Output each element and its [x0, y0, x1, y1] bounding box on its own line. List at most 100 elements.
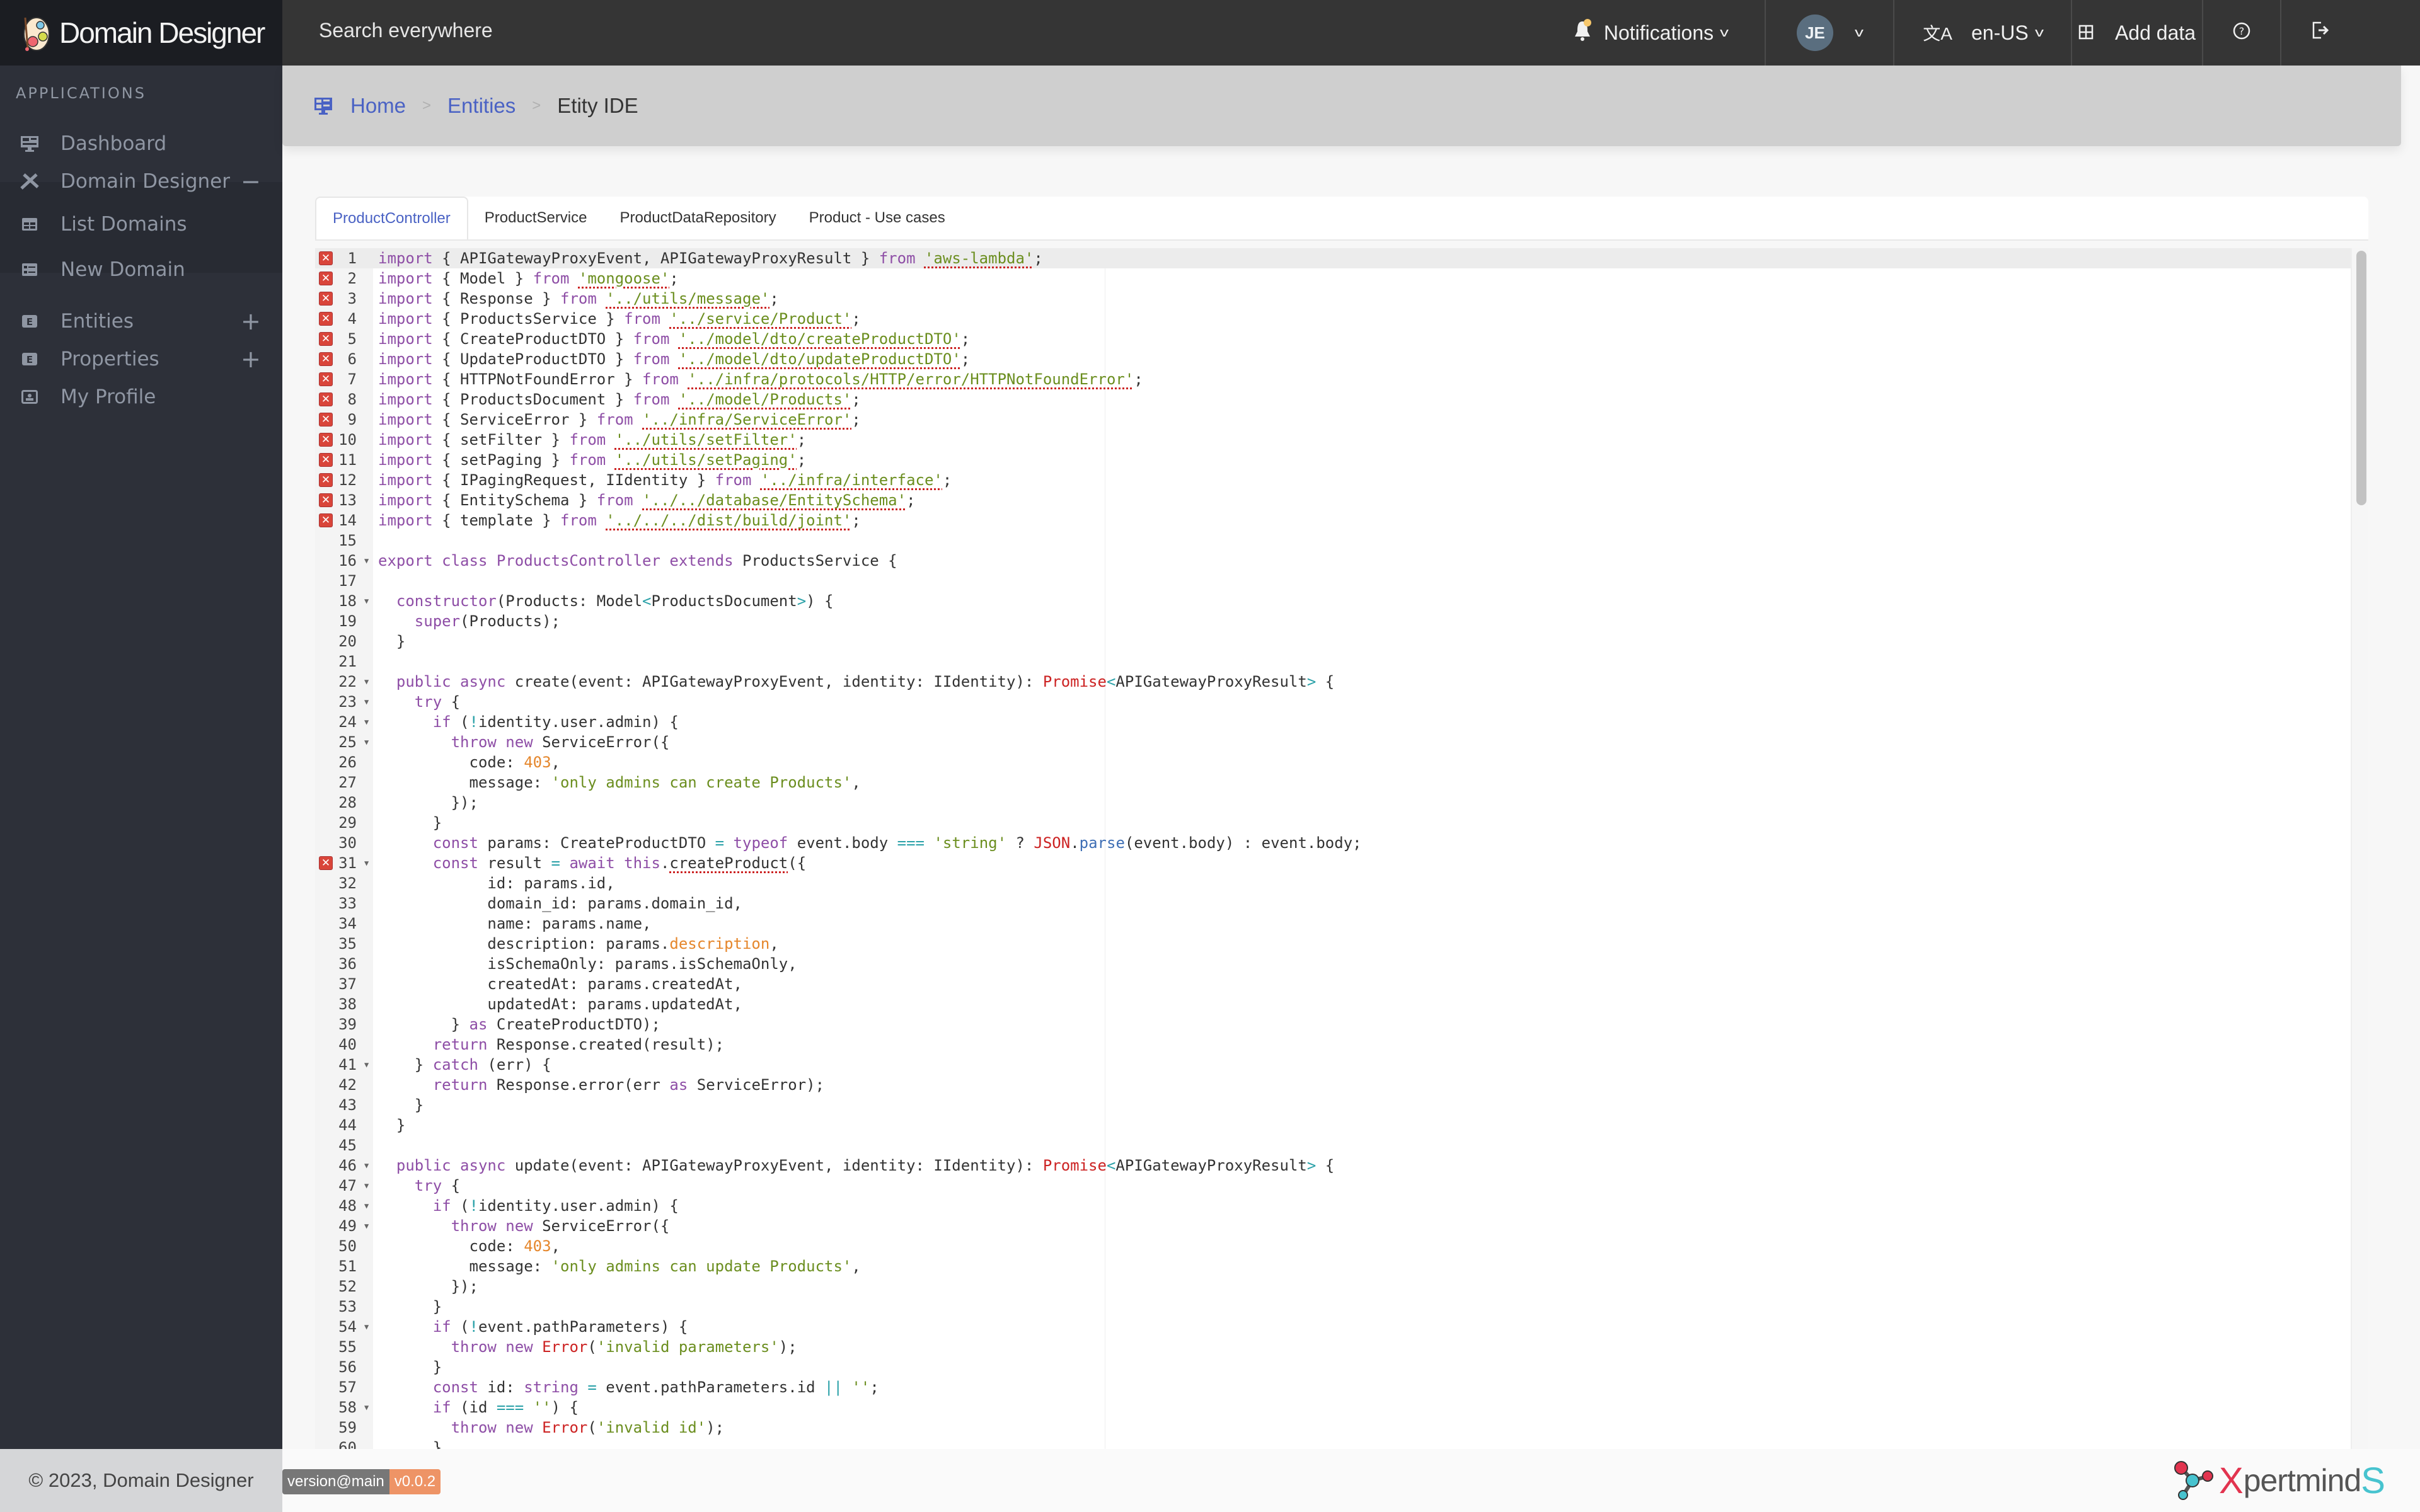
line-number[interactable]: 50 — [315, 1236, 373, 1256]
add-data-button[interactable]: Add data — [2071, 0, 2202, 66]
code-line[interactable]: 7 ✕ import { HTTPNotFoundError } from '../… — [315, 369, 2351, 389]
line-number[interactable]: 38 — [315, 994, 373, 1014]
code-line[interactable]: 52 }); — [315, 1276, 2351, 1297]
line-number[interactable]: 28 — [315, 793, 373, 813]
line-number[interactable]: 29 — [315, 813, 373, 833]
code-line[interactable]: 8 ✕ import { ProductsDocument } from '../m… — [315, 389, 2351, 410]
code-line[interactable]: 5 ✕ import { CreateProductDTO } from '../m… — [315, 329, 2351, 349]
code-line[interactable]: 12 ✕ import { IPagingRequest, IIdentity } … — [315, 470, 2351, 490]
code-line[interactable]: 25 ▼ throw new ServiceError({ — [315, 732, 2351, 752]
error-marker-icon[interactable]: ✕ — [319, 473, 333, 487]
code-editor[interactable]: 1 ✕ import { APIGatewayProxyEvent, APIGate… — [315, 248, 2351, 1449]
line-number[interactable]: 26 — [315, 752, 373, 772]
code-line[interactable]: 11 ✕ import { setPaging } from '../utils/s… — [315, 450, 2351, 470]
code-line[interactable]: 44 } — [315, 1115, 2351, 1135]
code-line[interactable]: 14 ✕ import { template } from '../../../di… — [315, 510, 2351, 530]
code-line[interactable]: 59 throw new Error('invalid id'); — [315, 1418, 2351, 1438]
code-line[interactable]: 21 — [315, 651, 2351, 672]
error-marker-icon[interactable]: ✕ — [319, 312, 333, 326]
tab-product-use-cases[interactable]: Product - Use cases — [793, 197, 962, 239]
code-line[interactable]: 55 throw new Error('invalid parameters')… — [315, 1337, 2351, 1357]
error-marker-icon[interactable]: ✕ — [319, 272, 333, 285]
line-number[interactable]: 39 — [315, 1014, 373, 1034]
language-selector[interactable]: 文A en-US v — [1893, 0, 2071, 66]
error-marker-icon[interactable]: ✕ — [319, 453, 333, 467]
code-line[interactable]: 53 } — [315, 1297, 2351, 1317]
code-line[interactable]: 19 super(Products); — [315, 611, 2351, 631]
code-line[interactable]: 46 ▼ public async update(event: APIGatewa… — [315, 1155, 2351, 1176]
code-line[interactable]: 18 ▼ constructor(Products: Model<Products… — [315, 591, 2351, 611]
search-input[interactable] — [319, 19, 1075, 42]
tab-product-data-repository[interactable]: ProductDataRepository — [604, 197, 793, 239]
code-line[interactable]: 57 const id: string = event.pathParamete… — [315, 1377, 2351, 1397]
error-marker-icon[interactable]: ✕ — [319, 856, 333, 870]
code-line[interactable]: 54 ▼ if (!event.pathParameters) { — [315, 1317, 2351, 1337]
code-line[interactable]: 45 — [315, 1135, 2351, 1155]
line-number[interactable]: 52 — [315, 1276, 373, 1297]
line-number[interactable]: 43 — [315, 1095, 373, 1115]
code-line[interactable]: 37 createdAt: params.createdAt, — [315, 974, 2351, 994]
tab-product-service[interactable]: ProductService — [468, 197, 604, 239]
code-line[interactable]: 28 }); — [315, 793, 2351, 813]
line-number[interactable]: 53 — [315, 1297, 373, 1317]
help-button[interactable]: ? — [2202, 0, 2280, 66]
code-line[interactable]: 10 ✕ import { setFilter } from '../utils/s… — [315, 430, 2351, 450]
line-number[interactable]: 57 — [315, 1377, 373, 1397]
code-line[interactable]: 2 ✕ import { Model } from 'mongoose'; — [315, 268, 2351, 289]
code-line[interactable]: 17 — [315, 571, 2351, 591]
fold-toggle-icon[interactable]: ▼ — [364, 591, 369, 611]
code-line[interactable]: 23 ▼ try { — [315, 692, 2351, 712]
fold-toggle-icon[interactable]: ▼ — [364, 712, 369, 732]
error-marker-icon[interactable]: ✕ — [319, 251, 333, 265]
line-number[interactable]: 36 — [315, 954, 373, 974]
error-marker-icon[interactable]: ✕ — [319, 392, 333, 406]
fold-toggle-icon[interactable]: ▼ — [364, 1176, 369, 1196]
code-line[interactable]: 39 } as CreateProductDTO); — [315, 1014, 2351, 1034]
error-marker-icon[interactable]: ✕ — [319, 433, 333, 447]
collapse-icon[interactable]: − — [241, 168, 261, 195]
fold-toggle-icon[interactable]: ▼ — [364, 853, 369, 873]
code-line[interactable]: 49 ▼ throw new ServiceError({ — [315, 1216, 2351, 1236]
fold-toggle-icon[interactable]: ▼ — [364, 692, 369, 712]
code-line[interactable]: 32 id: params.id, — [315, 873, 2351, 893]
code-line[interactable]: 1 ✕ import { APIGatewayProxyEvent, APIGate… — [315, 248, 2351, 268]
fold-toggle-icon[interactable]: ▼ — [364, 732, 369, 752]
line-number[interactable]: 55 — [315, 1337, 373, 1357]
error-marker-icon[interactable]: ✕ — [319, 332, 333, 346]
code-line[interactable]: 56 } — [315, 1357, 2351, 1377]
line-number[interactable]: 56 — [315, 1357, 373, 1377]
code-line[interactable]: 40 return Response.created(result); — [315, 1034, 2351, 1055]
fold-toggle-icon[interactable]: ▼ — [364, 1155, 369, 1176]
line-number[interactable]: 32 — [315, 873, 373, 893]
fold-toggle-icon[interactable]: ▼ — [364, 1055, 369, 1075]
code-line[interactable]: 34 name: params.name, — [315, 914, 2351, 934]
fold-toggle-icon[interactable]: ▼ — [364, 672, 369, 692]
code-line[interactable]: 29 } — [315, 813, 2351, 833]
line-number[interactable]: 30 — [315, 833, 373, 853]
code-line[interactable]: 47 ▼ try { — [315, 1176, 2351, 1196]
code-line[interactable]: 13 ✕ import { EntitySchema } from '../../d… — [315, 490, 2351, 510]
code-line[interactable]: 20 } — [315, 631, 2351, 651]
code-line[interactable]: 30 const params: CreateProductDTO = type… — [315, 833, 2351, 853]
fold-toggle-icon[interactable]: ▼ — [364, 1196, 369, 1216]
line-number[interactable]: 33 — [315, 893, 373, 914]
line-number[interactable]: 15 — [315, 530, 373, 551]
code-line[interactable]: 26 code: 403, — [315, 752, 2351, 772]
logout-button[interactable] — [2280, 0, 2358, 66]
code-line[interactable]: 4 ✕ import { ProductsService } from '../se… — [315, 309, 2351, 329]
code-line[interactable]: 42 return Response.error(err as ServiceE… — [315, 1075, 2351, 1095]
expand-icon[interactable]: + — [241, 345, 261, 373]
code-line[interactable]: 24 ▼ if (!identity.user.admin) { — [315, 712, 2351, 732]
code-line[interactable]: 35 description: params.description, — [315, 934, 2351, 954]
code-line[interactable]: 15 — [315, 530, 2351, 551]
code-line[interactable]: 51 message: 'only admins can update Prod… — [315, 1256, 2351, 1276]
line-number[interactable]: 34 — [315, 914, 373, 934]
line-number[interactable]: 42 — [315, 1075, 373, 1095]
tab-product-controller[interactable]: ProductController — [315, 197, 468, 239]
notifications-button[interactable]: Notifications v — [1538, 0, 1763, 66]
code-line[interactable]: 38 updatedAt: params.updatedAt, — [315, 994, 2351, 1014]
user-menu-button[interactable]: JE v — [1765, 0, 1893, 66]
code-line[interactable]: 50 code: 403, — [315, 1236, 2351, 1256]
sidebar-item-new-domain[interactable]: New Domain — [0, 244, 282, 295]
code-line[interactable]: 33 domain_id: params.domain_id, — [315, 893, 2351, 914]
